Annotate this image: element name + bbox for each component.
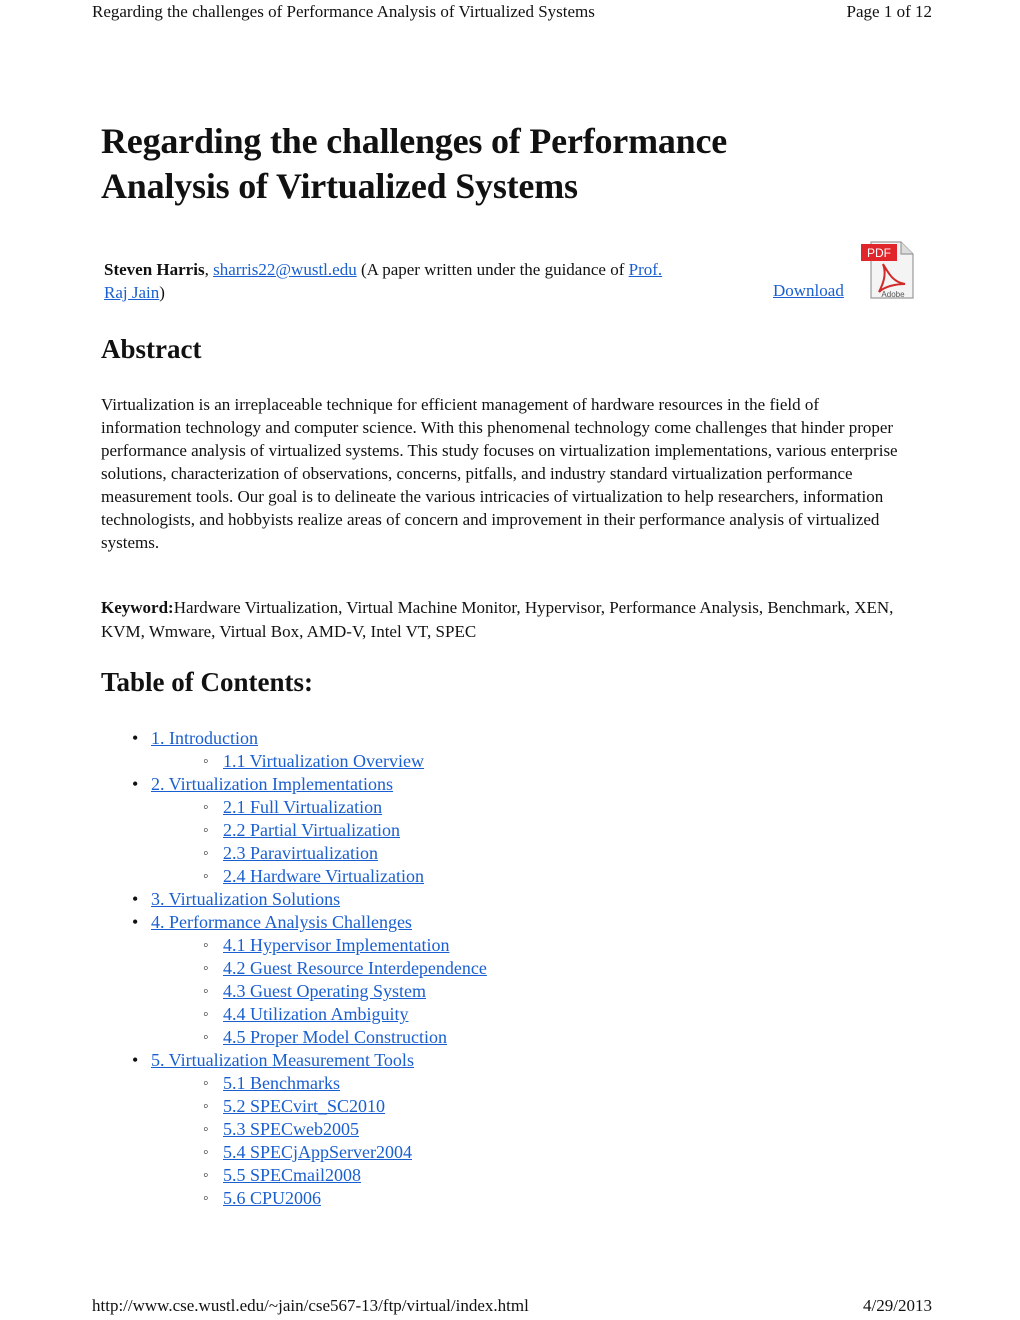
toc-sublink[interactable]: 4.5 Proper Model Construction <box>223 1027 447 1047</box>
toc-subitem: 4.2 Guest Resource Interdependence <box>201 957 487 980</box>
toc-subitem: 5.5 SPECmail2008 <box>201 1164 487 1187</box>
page-title: Regarding the challenges of Performance … <box>101 121 728 206</box>
toc-sublink[interactable]: 2.4 Hardware Virtualization <box>223 866 424 886</box>
toc-link[interactable]: 1. Introduction <box>151 728 258 748</box>
toc-subitem: 2.4 Hardware Virtualization <box>201 865 487 888</box>
toc-sublink[interactable]: 4.4 Utilization Ambiguity <box>223 1004 409 1024</box>
svg-text:PDF: PDF <box>867 246 891 260</box>
running-footer: http://www.cse.wustl.edu/~jain/cse567-13… <box>92 1296 932 1316</box>
author-name: Steven Harris <box>104 260 205 279</box>
toc-subitem: 5.1 Benchmarks <box>201 1072 487 1095</box>
toc-sublink[interactable]: 5.1 Benchmarks <box>223 1073 340 1093</box>
toc-item: 5. Virtualization Measurement Tools5.1 B… <box>129 1049 487 1210</box>
toc-subitem: 2.1 Full Virtualization <box>201 796 487 819</box>
author-email-link[interactable]: sharris22@wustl.edu <box>213 260 357 279</box>
toc-sublink[interactable]: 2.2 Partial Virtualization <box>223 820 400 840</box>
author-note-close: ) <box>159 283 165 302</box>
author-note: (A paper written under the guidance of <box>356 260 629 279</box>
toc-subitem: 5.2 SPECvirt_SC2010 <box>201 1095 487 1118</box>
toc-subitem: 5.3 SPECweb2005 <box>201 1118 487 1141</box>
svg-text:Adobe: Adobe <box>881 290 905 299</box>
keywords: Keyword:Hardware Virtualization, Virtual… <box>101 596 901 644</box>
toc-sublist: 1.1 Virtualization Overview <box>151 750 487 773</box>
toc-link[interactable]: 3. Virtualization Solutions <box>151 889 340 909</box>
toc-subitem: 4.1 Hypervisor Implementation <box>201 934 487 957</box>
toc-subitem: 2.3 Paravirtualization <box>201 842 487 865</box>
toc-sublist: 5.1 Benchmarks 5.2 SPECvirt_SC2010 5.3 SPE… <box>151 1072 487 1210</box>
keyword-label: Keyword: <box>101 598 174 617</box>
toc-subitem: 5.6 CPU2006 <box>201 1187 487 1210</box>
footer-url: http://www.cse.wustl.edu/~jain/cse567-13… <box>92 1296 529 1315</box>
toc-sublink[interactable]: 5.3 SPECweb2005 <box>223 1119 359 1139</box>
toc-sublink[interactable]: 2.1 Full Virtualization <box>223 797 382 817</box>
toc-sublink[interactable]: 1.1 Virtualization Overview <box>223 751 424 771</box>
abstract-text: Virtualization is an irreplaceable techn… <box>101 395 898 552</box>
toc-sublink[interactable]: 5.5 SPECmail2008 <box>223 1165 361 1185</box>
toc-link[interactable]: 4. Performance Analysis Challenges <box>151 912 412 932</box>
toc-sublink[interactable]: 4.2 Guest Resource Interdependence <box>223 958 487 978</box>
download-link[interactable]: Download <box>773 281 844 301</box>
toc-sublist: 4.1 Hypervisor Implementation 4.2 Guest R… <box>151 934 487 1049</box>
toc-sublink[interactable]: 4.3 Guest Operating System <box>223 981 426 1001</box>
toc-sublink[interactable]: 5.6 CPU2006 <box>223 1188 321 1208</box>
toc-link[interactable]: 2. Virtualization Implementations <box>151 774 393 794</box>
running-header: Regarding the challenges of Performance … <box>92 2 932 22</box>
toc-subitem: 1.1 Virtualization Overview <box>201 750 487 773</box>
toc-sublist: 2.1 Full Virtualization 2.2 Partial Virtu… <box>151 796 487 888</box>
author-block: Steven Harris, sharris22@wustl.edu (A pa… <box>104 258 664 304</box>
toc-subitem: 4.4 Utilization Ambiguity <box>201 1003 487 1026</box>
abstract-heading: Abstract <box>101 334 202 364</box>
toc-item: 2. Virtualization Implementations2.1 Ful… <box>129 773 487 888</box>
toc-subitem: 4.5 Proper Model Construction <box>201 1026 487 1049</box>
header-page-number: Page 1 of 12 <box>846 2 932 21</box>
toc-item: 4. Performance Analysis Challenges4.1 Hy… <box>129 911 487 1049</box>
toc-sublink[interactable]: 5.4 SPECjAppServer2004 <box>223 1142 412 1162</box>
toc-heading: Table of Contents: <box>101 667 314 697</box>
toc-item: 3. Virtualization Solutions <box>129 888 487 911</box>
toc-subitem: 2.2 Partial Virtualization <box>201 819 487 842</box>
toc-subitem: 4.3 Guest Operating System <box>201 980 487 1003</box>
toc-sublink[interactable]: 5.2 SPECvirt_SC2010 <box>223 1096 385 1116</box>
toc-sublink[interactable]: 4.1 Hypervisor Implementation <box>223 935 449 955</box>
footer-date: 4/29/2013 <box>863 1296 932 1315</box>
toc-item: 1. Introduction 1.1 Virtualization Overvi… <box>129 727 487 773</box>
keyword-list: Hardware Virtualization, Virtual Machine… <box>101 598 894 641</box>
header-title: Regarding the challenges of Performance … <box>92 2 595 21</box>
author-separator: , <box>204 260 214 279</box>
pdf-adobe-icon[interactable]: PDF Adobe <box>859 240 915 300</box>
table-of-contents: 1. Introduction 1.1 Virtualization Overvi… <box>129 727 487 1210</box>
toc-link[interactable]: 5. Virtualization Measurement Tools <box>151 1050 414 1070</box>
toc-sublink[interactable]: 2.3 Paravirtualization <box>223 843 378 863</box>
toc-subitem: 5.4 SPECjAppServer2004 <box>201 1141 487 1164</box>
